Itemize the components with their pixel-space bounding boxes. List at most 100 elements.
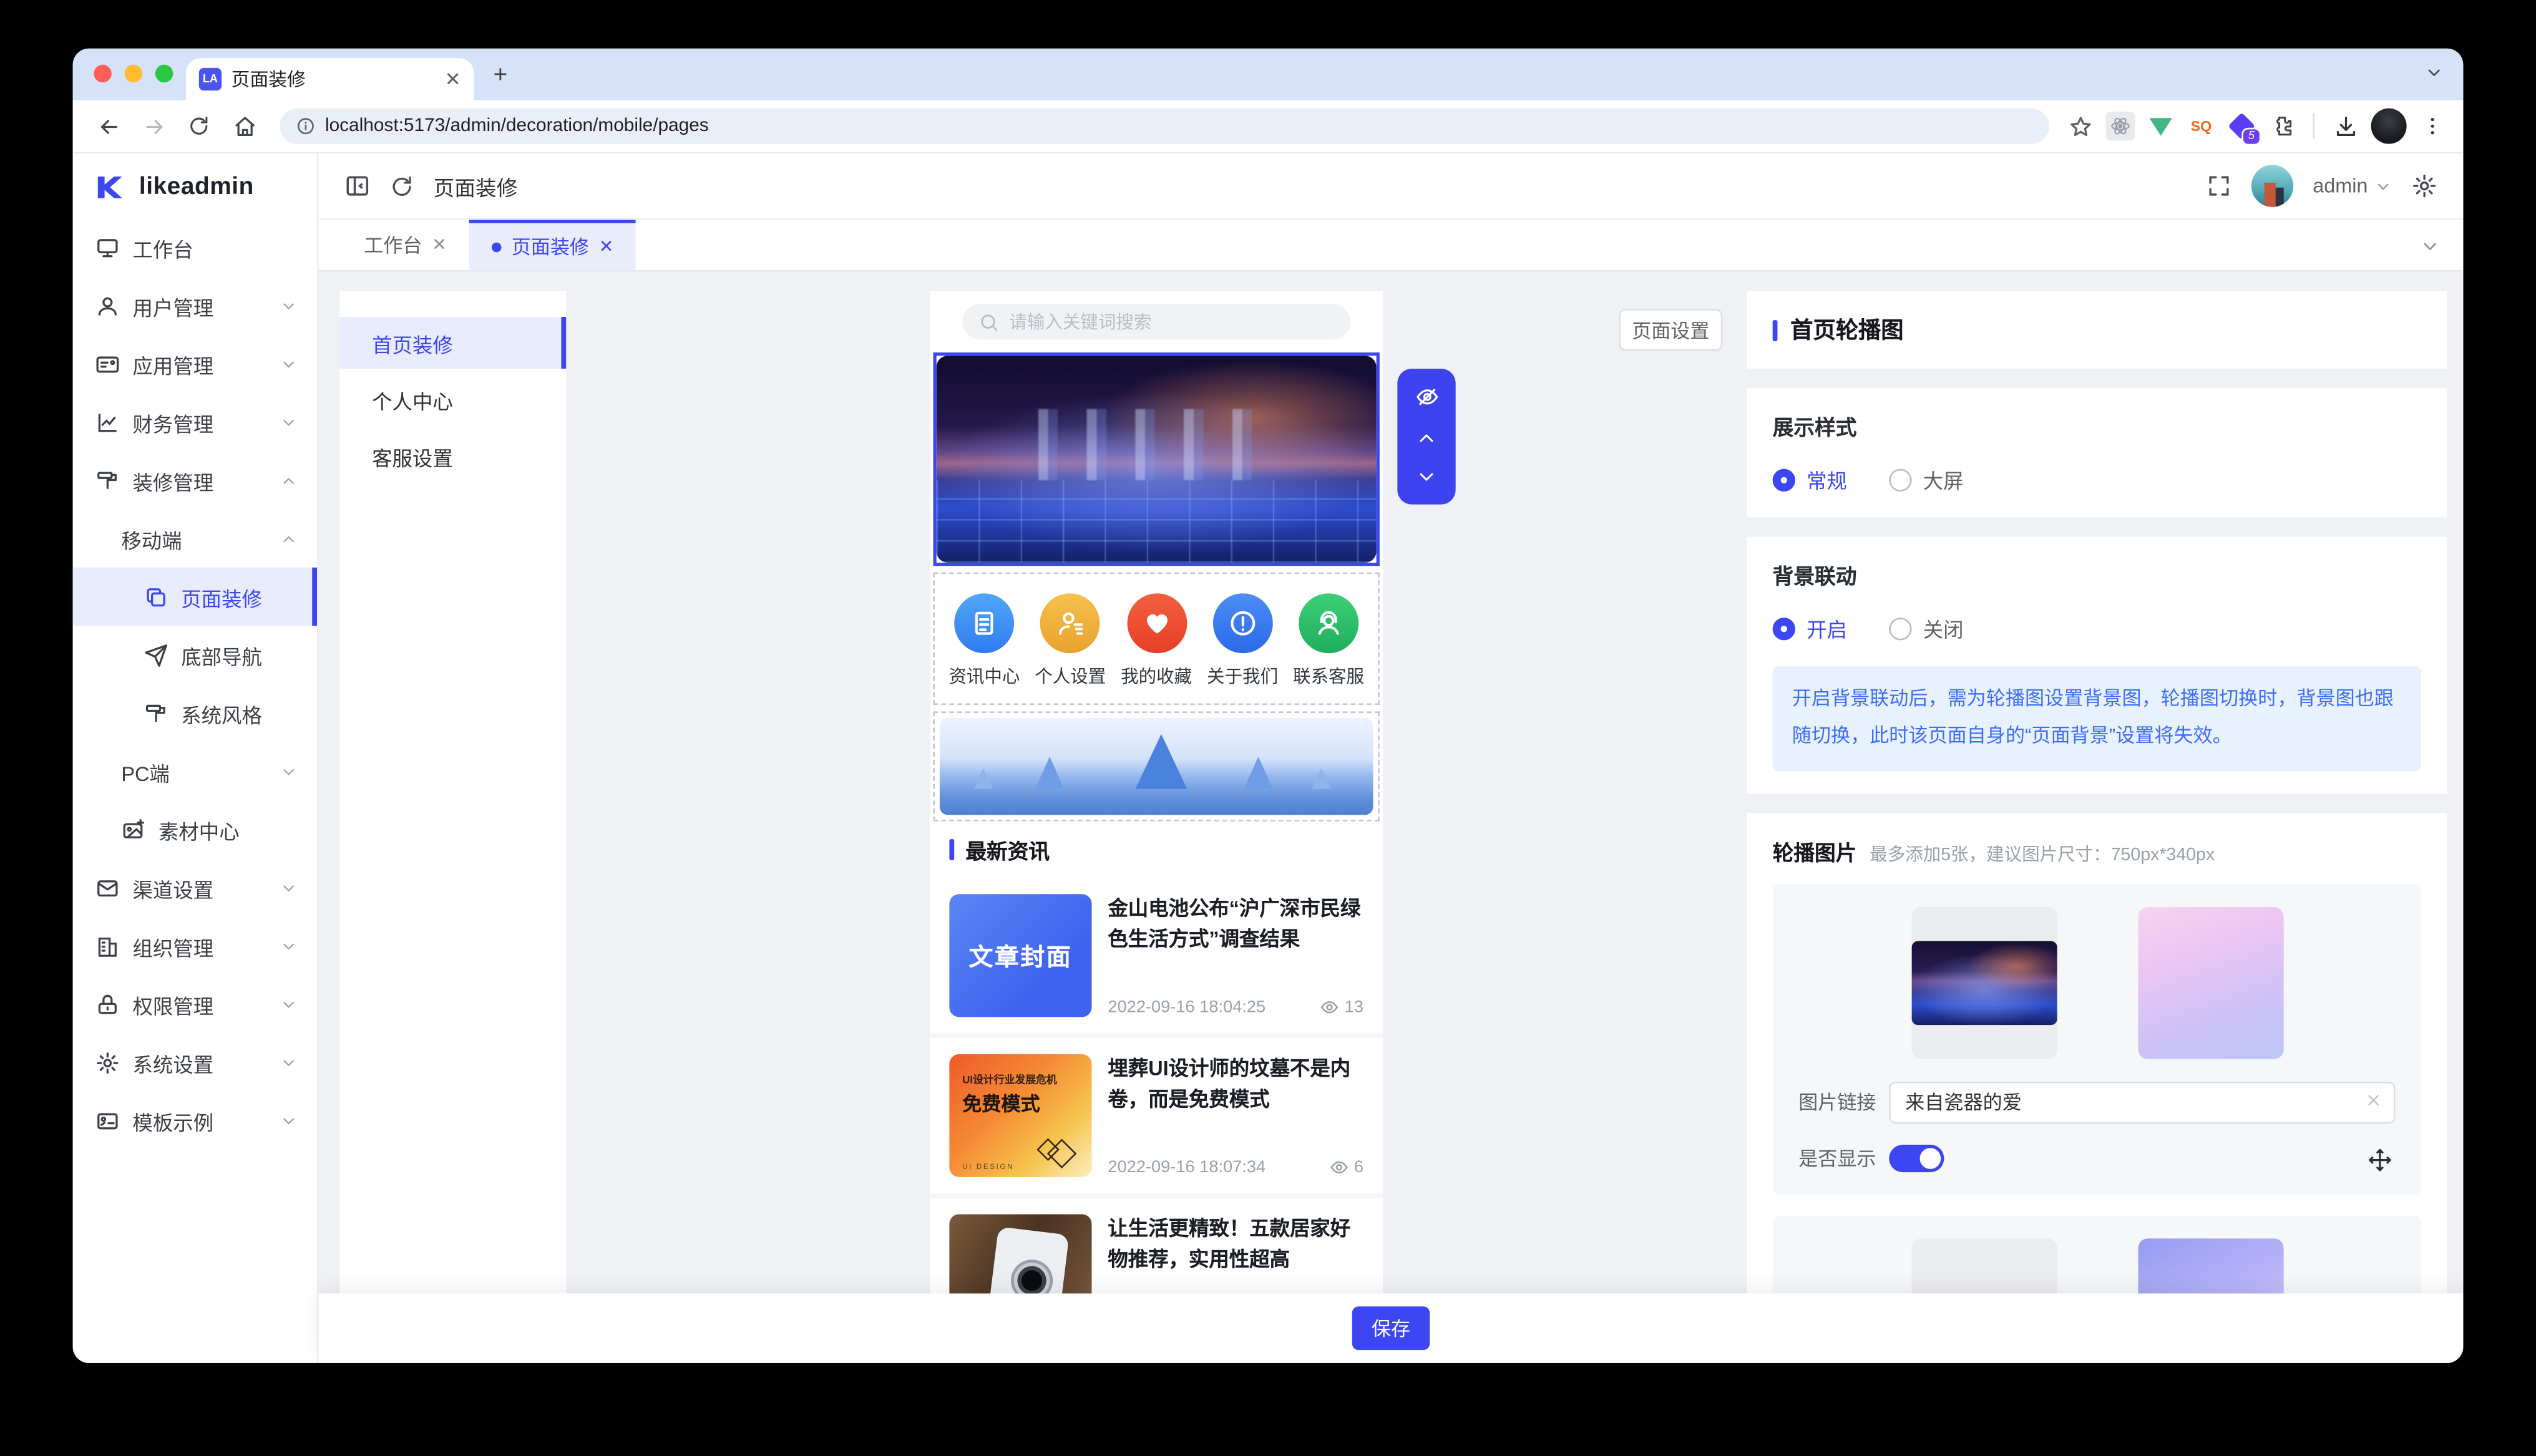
sidebar-item-bottom-nav[interactable]: 底部导航: [73, 626, 317, 684]
macos-traffic-lights: [94, 65, 173, 83]
chevron-down-icon: [280, 1054, 298, 1072]
back-icon[interactable]: [89, 107, 128, 145]
browser-menu-dots-icon[interactable]: [2418, 112, 2447, 141]
maximize-window-button[interactable]: [155, 65, 173, 83]
carousel-item: [1773, 1215, 2421, 1293]
sidebar-item-permission-mgmt[interactable]: 权限管理: [73, 975, 317, 1033]
chevron-up-icon: [280, 530, 298, 548]
page-settings-button[interactable]: 页面设置: [1619, 309, 1722, 351]
tab-workbench[interactable]: 工作台✕: [341, 220, 469, 269]
sidebar-item-system-style[interactable]: 系统风格: [73, 684, 317, 742]
page-item-personal-center[interactable]: 个人中心: [339, 374, 566, 425]
sidebar-item-pc[interactable]: PC端: [73, 742, 317, 800]
paint-roller-icon: [95, 468, 120, 492]
hide-widget-eye-off-icon[interactable]: [1415, 385, 1439, 409]
sidebar-item-org-mgmt[interactable]: 组织管理: [73, 917, 317, 975]
style-icon: [144, 701, 168, 726]
radio-bg-off[interactable]: 关闭: [1889, 613, 1963, 643]
site-info-icon[interactable]: [296, 117, 315, 136]
react-devtools-icon[interactable]: [2106, 112, 2135, 141]
page-item-home-decoration[interactable]: 首页装修: [339, 317, 566, 369]
extensions-puzzle-icon[interactable]: [2268, 112, 2297, 141]
settings-gear-icon[interactable]: [2411, 173, 2437, 198]
article-date: 2022-09-16 18:07:34: [1108, 1158, 1266, 1177]
sidebar-item-app-mgmt[interactable]: 应用管理: [73, 335, 317, 393]
banner-widget-selected[interactable]: [933, 352, 1379, 566]
tab-page-decoration[interactable]: 页面装修✕: [469, 220, 636, 269]
avatar[interactable]: [2251, 165, 2293, 206]
carousel-thumb-cubes[interactable]: [1911, 1238, 2056, 1294]
article-row[interactable]: 文章封面 金山电池公布“沪广深市民绿色生活方式”调查结果 2022-09-16 …: [930, 878, 1383, 1033]
eye-icon: [1320, 997, 1340, 1017]
app-logo[interactable]: likeadmin: [73, 153, 317, 218]
nav-item-favorites[interactable]: 我的收藏: [1113, 593, 1199, 689]
sidebar-item-template-examples[interactable]: 模板示例: [73, 1091, 317, 1149]
vue-devtools-icon[interactable]: [2146, 112, 2175, 141]
downloads-icon[interactable]: [2331, 112, 2360, 141]
radio-style-normal[interactable]: 常规: [1773, 464, 1847, 495]
display-style-card: 展示样式 常规 大屏: [1747, 388, 2447, 517]
browser-tab[interactable]: LA 页面装修 ✕: [186, 58, 474, 100]
ext-badge-icon[interactable]: 5: [2227, 112, 2256, 141]
carousel-bg-thumb-pink[interactable]: [2137, 906, 2283, 1059]
fullscreen-icon[interactable]: [2206, 173, 2231, 198]
banner2-widget[interactable]: [933, 711, 1379, 821]
sidebar-item-decoration-mgmt[interactable]: 装修管理: [73, 451, 317, 509]
bookmark-star-icon[interactable]: [2065, 112, 2095, 141]
forward-icon[interactable]: [134, 107, 173, 145]
sidebar-item-finance-mgmt[interactable]: 财务管理: [73, 393, 317, 451]
browser-profile-avatar[interactable]: [2371, 109, 2407, 144]
minimize-window-button[interactable]: [125, 65, 143, 83]
nav-icons-widget[interactable]: 资讯中心 个人设置 我的收藏 关于我们 联系客服: [933, 573, 1379, 706]
save-button[interactable]: 保存: [1352, 1306, 1430, 1350]
home-icon[interactable]: [225, 107, 263, 145]
bg-link-card: 背景联动 开启 关闭 开启背景联动后，需为轮播图设置背景图，轮播图切换时，背景图…: [1747, 536, 2447, 794]
article-cover: UI设计行业发展危机 免费模式 UI DESIGN: [949, 1054, 1091, 1177]
carousel-thumb-city[interactable]: [1911, 906, 2056, 1059]
clear-input-icon[interactable]: [2364, 1091, 2382, 1109]
sq-extension-icon[interactable]: SQ: [2187, 112, 2216, 141]
carousel-bg-thumb-gradient[interactable]: [2137, 1238, 2283, 1294]
sidebar-item-page-decoration[interactable]: 页面装修: [73, 568, 317, 626]
radio-dot: [1773, 617, 1795, 639]
close-tab-icon[interactable]: ✕: [599, 236, 614, 257]
sidebar-item-mobile[interactable]: 移动端: [73, 509, 317, 567]
radio-bg-on[interactable]: 开启: [1773, 613, 1847, 643]
close-window-button[interactable]: [94, 65, 112, 83]
url-text: localhost:5173/admin/decoration/mobile/p…: [325, 117, 709, 136]
close-tab-icon[interactable]: ✕: [432, 235, 447, 256]
reload-icon[interactable]: [180, 107, 218, 145]
sidebar-item-user-mgmt[interactable]: 用户管理: [73, 276, 317, 334]
refresh-page-icon[interactable]: [390, 174, 414, 198]
sidebar-item-system-settings[interactable]: 系统设置: [73, 1033, 317, 1091]
article-row[interactable]: 让生活更精致！五款居家好物推荐，实用性超高 #好物推荐: [930, 1198, 1383, 1294]
sidebar-item-workbench[interactable]: 工作台: [73, 218, 317, 276]
move-widget-down-icon[interactable]: [1415, 465, 1438, 488]
copy-icon: [144, 585, 168, 609]
article-row[interactable]: UI设计行业发展危机 免费模式 UI DESIGN 埋葬UI设计师的坟墓不是内卷…: [930, 1038, 1383, 1193]
drag-move-icon[interactable]: [2368, 1148, 2392, 1172]
nav-item-profile[interactable]: 个人设置: [1027, 593, 1113, 689]
sidebar-item-material-center[interactable]: 素材中心: [73, 800, 317, 858]
carousel-images-card: 轮播图片 最多添加5张，建议图片尺寸：750px*340px 图片链接: [1747, 813, 2447, 1293]
collapse-sidebar-icon[interactable]: [344, 173, 370, 198]
address-bar[interactable]: localhost:5173/admin/decoration/mobile/p…: [280, 109, 2049, 144]
search-placeholder: 请输入关键词搜索: [1009, 309, 1151, 334]
sidebar-item-channel-settings[interactable]: 渠道设置: [73, 858, 317, 916]
radio-style-large[interactable]: 大屏: [1889, 464, 1963, 495]
preview-search-widget[interactable]: 请输入关键词搜索: [930, 291, 1383, 349]
show-toggle[interactable]: [1889, 1144, 1944, 1172]
page-item-customer-service[interactable]: 客服设置: [339, 430, 566, 482]
image-plus-icon: [121, 817, 145, 842]
new-tab-button[interactable]: +: [494, 63, 508, 87]
tabs-more-chevron-icon[interactable]: [2419, 236, 2441, 257]
nav-item-service[interactable]: 联系客服: [1285, 593, 1372, 689]
carousel-hint: 最多添加5张，建议图片尺寸：750px*340px: [1870, 840, 2215, 866]
user-menu[interactable]: admin: [2313, 175, 2392, 197]
nav-item-about[interactable]: 关于我们: [1199, 593, 1285, 689]
image-link-input[interactable]: [1889, 1081, 2395, 1123]
tab-list-chevron-icon[interactable]: [2424, 63, 2444, 82]
move-widget-up-icon[interactable]: [1415, 426, 1438, 449]
nav-item-news[interactable]: 资讯中心: [941, 593, 1027, 689]
close-tab-icon[interactable]: ✕: [445, 68, 461, 90]
